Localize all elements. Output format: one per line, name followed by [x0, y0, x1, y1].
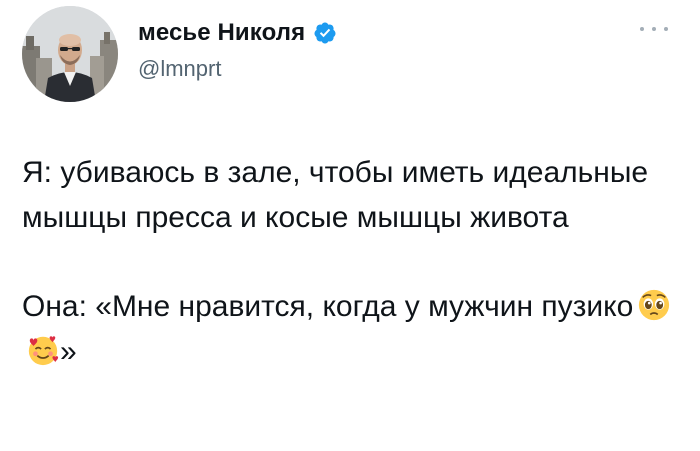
dot-icon — [664, 27, 668, 31]
display-name[interactable]: месье Николя — [138, 19, 305, 47]
handle[interactable]: @lmnprt — [138, 56, 337, 82]
avatar[interactable] — [22, 6, 118, 102]
profile-photo — [22, 6, 118, 102]
smiling-face-with-hearts-icon — [28, 336, 59, 366]
tweet-paragraph: Она: «Мне нравится, когда у мужчин пузик… — [22, 284, 682, 374]
tweet-text-segment: » — [60, 335, 77, 368]
tweet-card: месье Николя @lmnprt Я: убиваюсь в зале,… — [0, 0, 700, 451]
author-header: месье Николя @lmnprt — [138, 16, 337, 82]
pleading-face-icon — [639, 289, 670, 321]
tweet-text-segment: Она: «Мне нравится, когда у мужчин пузик… — [22, 290, 634, 323]
tweet-paragraph: Я: убиваюсь в зале, чтобы иметь идеальны… — [22, 156, 649, 234]
dot-icon — [640, 27, 644, 31]
display-name-row: месье Николя — [138, 16, 337, 50]
verified-badge-icon — [314, 22, 336, 44]
tweet-text: Я: убиваюсь в зале, чтобы иметь идеальны… — [22, 150, 682, 374]
dot-icon — [652, 27, 656, 31]
more-options-icon[interactable] — [640, 22, 668, 36]
